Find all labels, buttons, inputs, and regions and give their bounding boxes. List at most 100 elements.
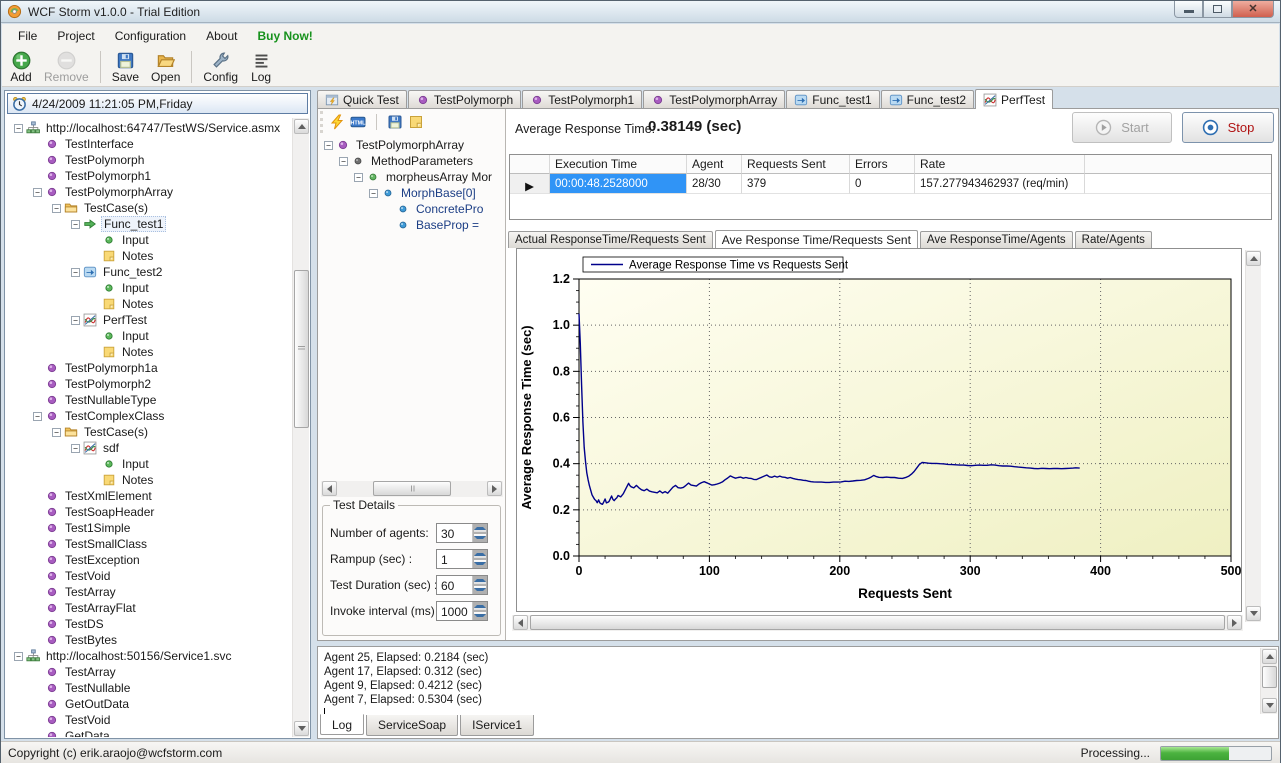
menu-configuration[interactable]: Configuration	[105, 25, 196, 47]
rampup-sec-input[interactable]: 1	[436, 549, 488, 569]
scroll-up-button[interactable]	[1262, 649, 1277, 664]
scroll-down-button[interactable]	[1262, 698, 1277, 713]
save-button[interactable]: Save	[106, 49, 145, 84]
log-vscrollbar[interactable]	[1260, 648, 1277, 714]
tree-node-getoutdata[interactable]: GetOutData	[6, 696, 292, 712]
number-of-agents-input[interactable]: 30	[436, 523, 488, 543]
tree-node-input[interactable]: Input	[6, 328, 292, 344]
tree-node-sdf[interactable]: −sdf	[6, 440, 292, 456]
grid-column-requests-sent[interactable]: Requests Sent	[742, 155, 850, 174]
grid-column-agent[interactable]: Agent	[687, 155, 742, 174]
chart-tab-ave-response-time-requests-sent[interactable]: Ave Response Time/Requests Sent	[715, 230, 918, 248]
test-duration-sec-input[interactable]: 60	[436, 575, 488, 595]
tree-node-notes[interactable]: Notes	[6, 344, 292, 360]
tree-node-morphbase-0[interactable]: −MorphBase[0]	[320, 185, 503, 201]
spin-up-button[interactable]	[473, 576, 487, 585]
tree-node-testpolymorph1[interactable]: TestPolymorph1	[6, 168, 292, 184]
spin-up-button[interactable]	[473, 524, 487, 533]
spin-down-button[interactable]	[473, 533, 487, 542]
config-button[interactable]: Config	[197, 49, 244, 84]
tree-node-testds[interactable]: TestDS	[6, 616, 292, 632]
log-tab-log[interactable]: Log	[320, 714, 364, 735]
tab-func-test1[interactable]: Func_test1	[786, 90, 879, 109]
tree-node-testsoapheader[interactable]: TestSoapHeader	[6, 504, 292, 520]
scroll-thumb[interactable]	[373, 481, 451, 496]
spin-up-button[interactable]	[473, 602, 487, 611]
grid-column-rate[interactable]: Rate	[915, 155, 1085, 174]
grid-row[interactable]: ▶00:00:48.252800028/303790157.2779434629…	[510, 174, 1271, 194]
chart-tab-ave-responsetime-agents[interactable]: Ave ResponseTime/Agents	[920, 231, 1073, 248]
tab-func-test2[interactable]: Func_test2	[881, 90, 974, 109]
tree-node-testbytes[interactable]: TestBytes	[6, 632, 292, 648]
grid-cell[interactable]: 157.277943462937 (req/min)	[915, 174, 1085, 194]
tree-node-baseprop[interactable]: BaseProp =	[320, 217, 503, 233]
tree-node-testpolymorpharray[interactable]: −TestPolymorphArray	[320, 137, 503, 153]
chart-vscrollbar[interactable]	[1245, 250, 1261, 622]
collapse-icon[interactable]: −	[14, 124, 23, 133]
tree-node-testcase-s[interactable]: −TestCase(s)	[6, 200, 292, 216]
service-tree-scrollbar[interactable]	[292, 118, 309, 737]
tree-node-testpolymorpharray[interactable]: −TestPolymorphArray	[6, 184, 292, 200]
field-value[interactable]: 1000	[437, 602, 472, 620]
tree-node-concretepro[interactable]: ConcretePro	[320, 201, 503, 217]
log-tab-iservice1[interactable]: IService1	[460, 715, 534, 736]
tree-node-testcase-s[interactable]: −TestCase(s)	[6, 424, 292, 440]
grid-cell[interactable]: 28/30	[687, 174, 742, 194]
spin-up-button[interactable]	[473, 550, 487, 559]
tree-node-test1simple[interactable]: Test1Simple	[6, 520, 292, 536]
tab-quick-test[interactable]: Quick Test	[317, 90, 407, 109]
field-value[interactable]: 30	[437, 524, 472, 542]
tree-node-input[interactable]: Input	[6, 456, 292, 472]
restore-button[interactable]	[1203, 1, 1232, 18]
tree-node-testsmallclass[interactable]: TestSmallClass	[6, 536, 292, 552]
scroll-left-button[interactable]	[322, 481, 337, 496]
scroll-thumb[interactable]	[530, 615, 1225, 630]
request-tree-hscrollbar[interactable]	[321, 481, 503, 497]
log-button[interactable]: Log	[244, 49, 278, 84]
tree-node-input[interactable]: Input	[6, 232, 292, 248]
collapse-icon[interactable]: −	[324, 141, 333, 150]
scroll-right-button[interactable]	[1227, 615, 1242, 630]
xml-icon[interactable]: HTML	[350, 114, 366, 130]
tree-node-input[interactable]: Input	[6, 280, 292, 296]
scroll-down-button[interactable]	[1246, 606, 1261, 621]
collapse-icon[interactable]: −	[71, 444, 80, 453]
tree-node-testarrayflat[interactable]: TestArrayFlat	[6, 600, 292, 616]
tree-node-notes[interactable]: Notes	[6, 472, 292, 488]
grid-column-errors[interactable]: Errors	[850, 155, 915, 174]
tree-node-testxmlelement[interactable]: TestXmlElement	[6, 488, 292, 504]
tree-node-notes[interactable]: Notes	[6, 248, 292, 264]
chart-tab-actual-responsetime-requests-sent[interactable]: Actual ResponseTime/Requests Sent	[508, 231, 713, 248]
row-selector-icon[interactable]: ▶	[510, 174, 550, 194]
tree-node-testnullable[interactable]: TestNullable	[6, 680, 292, 696]
collapse-icon[interactable]: −	[339, 157, 348, 166]
stop-button[interactable]: Stop	[1182, 112, 1274, 143]
spin-down-button[interactable]	[473, 585, 487, 594]
scroll-up-button[interactable]	[1246, 251, 1261, 266]
tree-node-func-test2[interactable]: −Func_test2	[6, 264, 292, 280]
tab-perftest[interactable]: PerfTest	[975, 89, 1053, 109]
tree-node-testpolymorph2[interactable]: TestPolymorph2	[6, 376, 292, 392]
tree-node-methodparameters[interactable]: −MethodParameters	[320, 153, 503, 169]
log-tab-servicesoap[interactable]: ServiceSoap	[366, 715, 458, 736]
spin-down-button[interactable]	[473, 559, 487, 568]
menu-buy-now[interactable]: Buy Now!	[247, 25, 322, 47]
tree-node-testnullabletype[interactable]: TestNullableType	[6, 392, 292, 408]
collapse-icon[interactable]: −	[71, 268, 80, 277]
tree-node-func-test1[interactable]: −Func_test1	[6, 216, 292, 232]
scroll-thumb[interactable]	[294, 270, 309, 428]
tree-node-perftest[interactable]: −PerfTest	[6, 312, 292, 328]
chart-hscrollbar[interactable]	[512, 615, 1243, 631]
collapse-icon[interactable]: −	[52, 204, 61, 213]
grid-column-execution-time[interactable]: Execution Time	[550, 155, 687, 174]
collapse-icon[interactable]: −	[52, 428, 61, 437]
add-button[interactable]: Add	[4, 49, 38, 84]
scroll-right-button[interactable]	[487, 481, 502, 496]
spinner-buttons[interactable]	[472, 524, 487, 542]
tree-node-getdata[interactable]: GetData	[6, 728, 292, 737]
close-button[interactable]: ✕	[1232, 1, 1274, 18]
minimize-button[interactable]	[1174, 1, 1203, 18]
invoke-interval-ms-input[interactable]: 1000	[436, 601, 488, 621]
collapse-icon[interactable]: −	[14, 652, 23, 661]
save-icon[interactable]	[387, 114, 403, 130]
